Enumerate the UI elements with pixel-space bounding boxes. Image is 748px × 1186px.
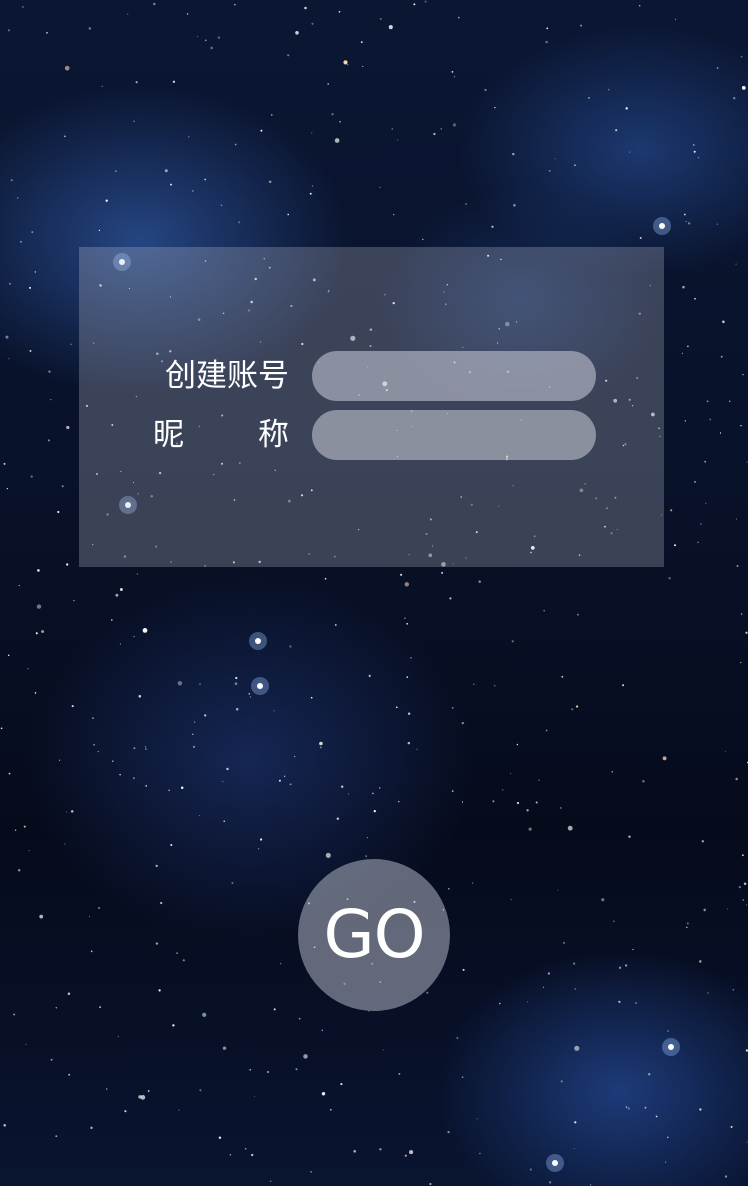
login-panel: 创建账号 昵 称	[79, 247, 664, 567]
nickname-label-char-2: 称	[258, 417, 289, 453]
account-input[interactable]	[312, 351, 596, 401]
nickname-row: 昵 称	[79, 410, 664, 460]
go-button-label: GO	[323, 896, 425, 973]
nickname-input[interactable]	[312, 410, 596, 460]
account-label: 创建账号	[165, 358, 289, 394]
go-button[interactable]: GO	[298, 859, 450, 1011]
nickname-label-char-1: 昵	[153, 417, 184, 453]
nickname-label: 昵 称	[153, 410, 289, 460]
account-row: 创建账号	[79, 351, 664, 401]
